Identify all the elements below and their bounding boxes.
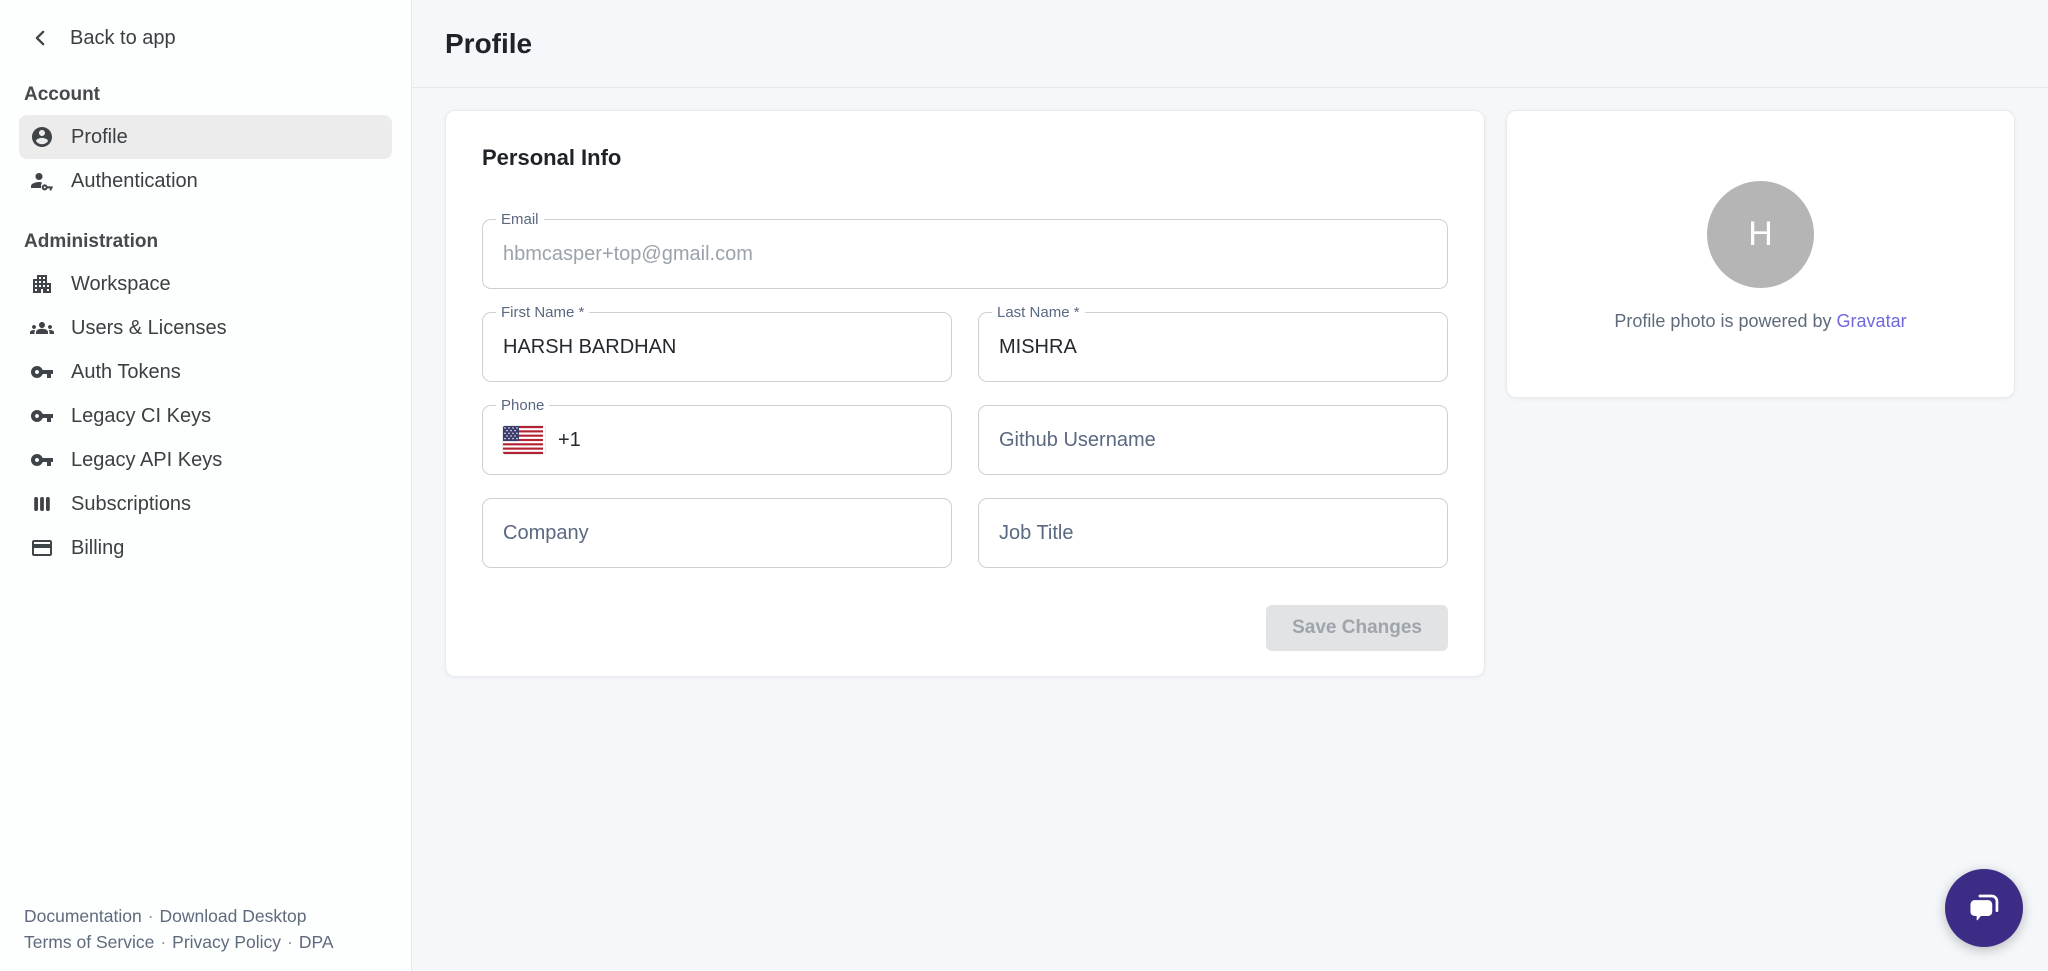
footer-link-terms-of-service[interactable]: Terms of Service [24,932,154,952]
footer-separator: · [142,906,160,926]
gravatar-card: H Profile photo is powered by Gravatar [1506,110,2015,398]
people-group-icon [30,316,54,340]
footer-link-download-desktop[interactable]: Download Desktop [160,906,307,926]
personal-info-card: Personal Info Email First Name * Last Na… [445,110,1485,677]
footer-link-documentation[interactable]: Documentation [24,906,142,926]
section-title-administration: Administration [24,231,411,253]
person-circle-icon [30,125,54,149]
app-root: Back to app Account Profile Authenticati… [0,0,2048,971]
settings-sidebar: Back to app Account Profile Authenticati… [0,0,412,971]
save-changes-button[interactable]: Save Changes [1266,605,1448,651]
content-area: Personal Info Email First Name * Last Na… [412,88,2048,699]
main-header: Profile [412,0,2048,88]
company-field [482,498,952,568]
footer-separator: · [154,932,172,952]
personal-info-title: Personal Info [482,145,1448,171]
sidebar-item-workspace[interactable]: Workspace [19,262,392,306]
page-title: Profile [445,28,532,60]
section-title-account: Account [24,84,411,106]
sidebar-item-label: Profile [71,126,128,149]
sidebar-item-profile[interactable]: Profile [19,115,392,159]
email-input[interactable] [503,243,1427,266]
person-key-icon [30,169,54,193]
sidebar-item-label: Users & Licenses [71,317,227,340]
sidebar-item-authentication[interactable]: Authentication [19,159,392,203]
sidebar-item-users-licenses[interactable]: Users & Licenses [19,306,392,350]
footer-link-dpa[interactable]: DPA [299,932,334,952]
job-title-field [978,498,1448,568]
phone-field-label: Phone [496,397,549,414]
sidebar-item-label: Legacy CI Keys [71,405,211,428]
first-name-field-label: First Name * [496,304,589,321]
sidebar-item-label: Authentication [71,170,198,193]
sidebar-item-label: Legacy API Keys [71,449,222,472]
form-actions: Save Changes [482,605,1448,651]
email-field: Email [482,219,1448,289]
phone-dial-code: +1 [558,429,581,452]
back-to-app-label: Back to app [70,27,176,50]
github-username-input[interactable] [999,429,1427,452]
sidebar-item-auth-tokens[interactable]: Auth Tokens [19,350,392,394]
key-icon [30,360,54,384]
gravatar-caption-text: Profile photo is powered by [1614,311,1831,331]
sidebar-item-billing[interactable]: Billing [19,526,392,570]
last-name-field: Last Name * [978,312,1448,382]
sidebar-item-label: Subscriptions [71,493,191,516]
company-input[interactable] [503,522,931,545]
gravatar-caption: Profile photo is powered by Gravatar [1614,311,1906,332]
sidebar-item-label: Auth Tokens [71,361,181,384]
bars-icon [30,492,54,516]
last-name-field-label: Last Name * [992,304,1085,321]
sidebar-item-label: Billing [71,537,124,560]
back-to-app-link[interactable]: Back to app [0,0,411,50]
avatar: H [1707,181,1814,288]
key-icon [30,404,54,428]
phone-field[interactable]: Phone [482,405,952,475]
sidebar-item-subscriptions[interactable]: Subscriptions [19,482,392,526]
personal-info-fields: Email First Name * Last Name * Phone [482,219,1448,568]
job-title-input[interactable] [999,522,1427,545]
footer-separator: · [281,932,299,952]
first-name-field: First Name * [482,312,952,382]
sidebar-footer: Documentation·Download Desktop Terms of … [24,903,334,955]
credit-card-icon [30,536,54,560]
sidebar-item-legacy-ci-keys[interactable]: Legacy CI Keys [19,394,392,438]
us-flag-icon [503,426,545,454]
gravatar-link[interactable]: Gravatar [1837,311,1907,331]
chat-bubbles-icon [1964,886,2004,931]
main-area: Profile Personal Info Email First Name * [412,0,2048,971]
sidebar-item-legacy-api-keys[interactable]: Legacy API Keys [19,438,392,482]
last-name-input[interactable] [999,336,1427,359]
key-icon [30,448,54,472]
building-icon [30,272,54,296]
footer-link-privacy-policy[interactable]: Privacy Policy [172,932,281,952]
first-name-input[interactable] [503,336,931,359]
sidebar-item-label: Workspace [71,273,171,296]
chat-widget-button[interactable] [1945,869,2023,947]
chevron-left-icon [28,26,52,50]
github-username-field [978,405,1448,475]
email-field-label: Email [496,211,544,228]
